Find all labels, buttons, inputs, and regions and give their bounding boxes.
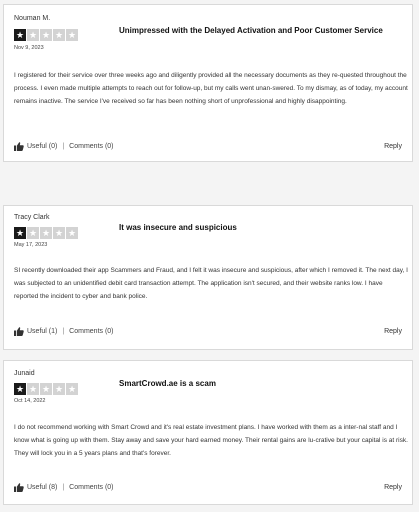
star-icon: ★: [27, 29, 39, 41]
star-icon: ★: [66, 383, 78, 395]
comments-link[interactable]: Comments (0): [69, 328, 113, 335]
review-footer: Useful (0) | Comments (0): [14, 142, 114, 151]
review-author[interactable]: Junaid: [14, 370, 35, 377]
review-card: Tracy Clark ★ ★ ★ ★ ★ May 17, 2023 It wa…: [3, 205, 413, 350]
useful-button[interactable]: Useful (0): [14, 142, 57, 151]
separator: |: [62, 484, 65, 491]
useful-button[interactable]: Useful (8): [14, 483, 57, 492]
reply-button[interactable]: Reply: [384, 484, 402, 491]
star-icon: ★: [53, 29, 65, 41]
star-icon: ★: [53, 383, 65, 395]
reply-button[interactable]: Reply: [384, 328, 402, 335]
comments-link[interactable]: Comments (0): [69, 484, 113, 491]
star-icon: ★: [27, 383, 39, 395]
review-body: I registered for their service over thre…: [14, 72, 408, 105]
useful-count: Useful (8): [27, 484, 58, 491]
review-title: SmartCrowd.ae is a scam: [119, 379, 216, 388]
useful-count: Useful (0): [27, 143, 58, 150]
star-icon: ★: [66, 29, 78, 41]
review-author[interactable]: Tracy Clark: [14, 214, 50, 221]
rating-stars: ★ ★ ★ ★ ★: [14, 227, 78, 239]
review-date: Nov 9, 2023: [14, 45, 44, 51]
review-title: It was insecure and suspicious: [119, 223, 237, 232]
star-icon: ★: [14, 227, 26, 239]
star-icon: ★: [53, 227, 65, 239]
comments-link[interactable]: Comments (0): [69, 143, 113, 150]
thumbs-up-icon: [14, 327, 24, 336]
star-icon: ★: [66, 227, 78, 239]
review-card: Junaid ★ ★ ★ ★ ★ Oct 14, 2022 SmartCrowd…: [3, 360, 413, 505]
separator: |: [62, 328, 65, 335]
star-icon: ★: [27, 227, 39, 239]
review-footer: Useful (8) | Comments (0): [14, 483, 114, 492]
star-icon: ★: [40, 29, 52, 41]
reply-button[interactable]: Reply: [384, 143, 402, 150]
separator: |: [62, 143, 65, 150]
rating-stars: ★ ★ ★ ★ ★: [14, 29, 78, 41]
star-icon: ★: [14, 383, 26, 395]
rating-stars: ★ ★ ★ ★ ★: [14, 383, 78, 395]
thumbs-up-icon: [14, 483, 24, 492]
star-icon: ★: [40, 383, 52, 395]
useful-button[interactable]: Useful (1): [14, 327, 57, 336]
review-title: Unimpressed with the Delayed Activation …: [119, 26, 383, 35]
star-icon: ★: [40, 227, 52, 239]
review-body: I do not recommend working with Smart Cr…: [14, 424, 408, 457]
review-footer: Useful (1) | Comments (0): [14, 327, 114, 336]
review-body: SI recently downloaded their app Scammer…: [14, 267, 408, 300]
review-date: May 17, 2023: [14, 242, 48, 248]
useful-count: Useful (1): [27, 328, 58, 335]
star-icon: ★: [14, 29, 26, 41]
review-author[interactable]: Nouman M.: [14, 15, 50, 22]
thumbs-up-icon: [14, 142, 24, 151]
review-card: Nouman M. ★ ★ ★ ★ ★ Nov 9, 2023 Unimpres…: [3, 4, 413, 162]
review-date: Oct 14, 2022: [14, 398, 46, 404]
